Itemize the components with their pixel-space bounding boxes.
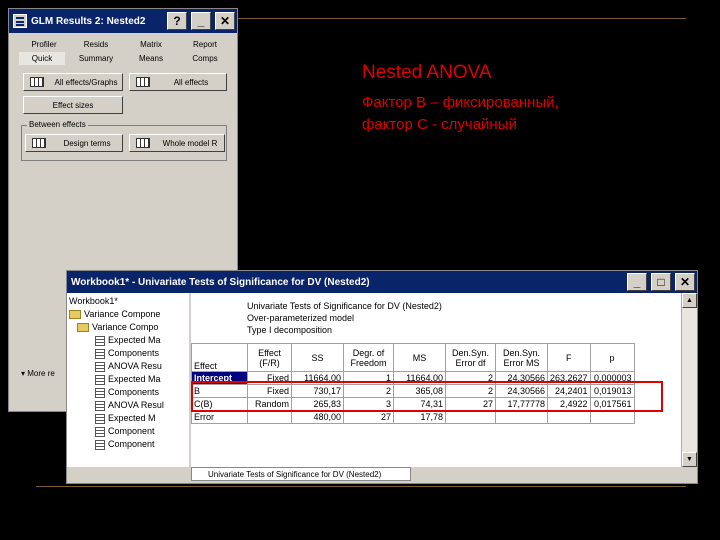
scroll-up-icon[interactable]: ▲ <box>682 293 697 308</box>
table-icon <box>95 439 105 450</box>
workbook-maximize-button[interactable]: □ <box>651 273 671 291</box>
sheet-header-decomposition: Type I decomposition <box>247 325 333 335</box>
slide-heading: Nested ANOVA <box>362 62 492 83</box>
table-icon <box>32 138 46 148</box>
tree-item[interactable]: Variance Compo <box>77 321 158 334</box>
table-icon <box>136 77 150 87</box>
tree-item[interactable]: Variance Compone <box>69 308 160 321</box>
folder-open-icon <box>77 323 89 332</box>
tab-resids[interactable]: Resids <box>71 38 121 51</box>
workbook-window: Workbook1* - Univariate Tests of Signifi… <box>66 270 698 484</box>
help-button[interactable]: ? <box>167 12 187 30</box>
tab-comps[interactable]: Comps <box>179 52 231 65</box>
tree-item[interactable]: Expected M <box>95 412 156 425</box>
bottom-rule <box>36 486 686 487</box>
effect-sizes-button[interactable]: Effect sizes <box>23 96 123 114</box>
tab-summary[interactable]: Summary <box>71 52 121 65</box>
scroll-down-icon[interactable]: ▼ <box>682 452 697 467</box>
column-header: p <box>589 343 635 372</box>
table-icon <box>95 335 105 346</box>
tree-item[interactable]: ANOVA Resul <box>95 399 164 412</box>
table-header-row: Effect Effect (F/R) SS Degr. of Freedom … <box>191 343 635 372</box>
column-header: SS <box>291 343 344 372</box>
tab-quick[interactable]: Quick <box>19 52 65 65</box>
workbook-close-button[interactable]: ✕ <box>675 273 695 291</box>
folder-icon <box>69 310 81 319</box>
column-header: Effect <box>191 343 248 372</box>
tab-matrix[interactable]: Matrix <box>125 38 177 51</box>
vertical-scrollbar[interactable]: ▲ ▼ <box>681 293 697 467</box>
graph-icon <box>30 77 44 87</box>
tree-item[interactable]: Expected Ma <box>95 373 161 386</box>
tree-item[interactable]: Components <box>95 386 159 399</box>
column-header: Effect (F/R) <box>247 343 292 372</box>
table-icon <box>136 138 150 148</box>
table-icon <box>95 348 105 359</box>
table-icon <box>95 387 105 398</box>
tree-item[interactable]: Component <box>95 438 155 451</box>
tree-item[interactable]: Component <box>95 425 155 438</box>
column-header: Den.Syn. Error MS <box>495 343 548 372</box>
whole-model-r-button[interactable]: Whole model R <box>129 134 225 152</box>
column-header: Degr. of Freedom <box>343 343 394 372</box>
slide-line-2: фактор C - случайный <box>362 116 517 133</box>
column-header: F <box>547 343 591 372</box>
table-row[interactable]: Error 480,00 27 17,78 <box>191 410 635 424</box>
table-icon <box>95 361 105 372</box>
workbook-title: Workbook1* - Univariate Tests of Signifi… <box>71 276 370 288</box>
table-icon <box>95 400 105 411</box>
tab-means[interactable]: Means <box>125 52 177 65</box>
all-effects-button[interactable]: All effects <box>129 73 227 91</box>
more-results-button[interactable]: ▾ More re <box>21 369 55 378</box>
column-header: Den.Syn. Error df <box>445 343 496 372</box>
design-terms-button[interactable]: Design terms <box>25 134 123 152</box>
between-effects-label: Between effects <box>27 120 88 129</box>
workbook-titlebar[interactable]: Workbook1* - Univariate Tests of Signifi… <box>67 271 697 293</box>
table-icon <box>95 413 105 424</box>
tree-item[interactable]: Workbook1* <box>69 295 118 308</box>
all-effects-graphs-button[interactable]: All effects/Graphs <box>23 73 123 91</box>
window-icon <box>13 14 27 28</box>
sheet-header-title: Univariate Tests of Significance for DV … <box>247 301 442 311</box>
column-header: MS <box>393 343 446 372</box>
tab-profiler[interactable]: Profiler <box>19 38 69 51</box>
workbook-minimize-button[interactable]: _ <box>627 273 647 291</box>
sheet-tab[interactable]: Univariate Tests of Significance for DV … <box>191 467 411 481</box>
table-icon <box>95 426 105 437</box>
tree-item[interactable]: Components <box>95 347 159 360</box>
tree-item[interactable]: ANOVA Resu <box>95 360 162 373</box>
table-icon <box>95 374 105 385</box>
highlight-box <box>191 381 663 412</box>
workbook-tree: Workbook1* Variance Compone Variance Com… <box>67 293 189 467</box>
tree-item[interactable]: Expected Ma <box>95 334 161 347</box>
slide-line-1: Фактор B – фиксированный, <box>362 94 559 111</box>
minimize-button[interactable]: _ <box>191 12 211 30</box>
glm-window-title: GLM Results 2: Nested2 <box>31 15 146 27</box>
results-spreadsheet[interactable]: Univariate Tests of Significance for DV … <box>191 293 681 467</box>
close-button[interactable]: ✕ <box>215 12 235 30</box>
tab-report[interactable]: Report <box>179 38 231 51</box>
sheet-header-model: Over-parameterized model <box>247 313 355 323</box>
